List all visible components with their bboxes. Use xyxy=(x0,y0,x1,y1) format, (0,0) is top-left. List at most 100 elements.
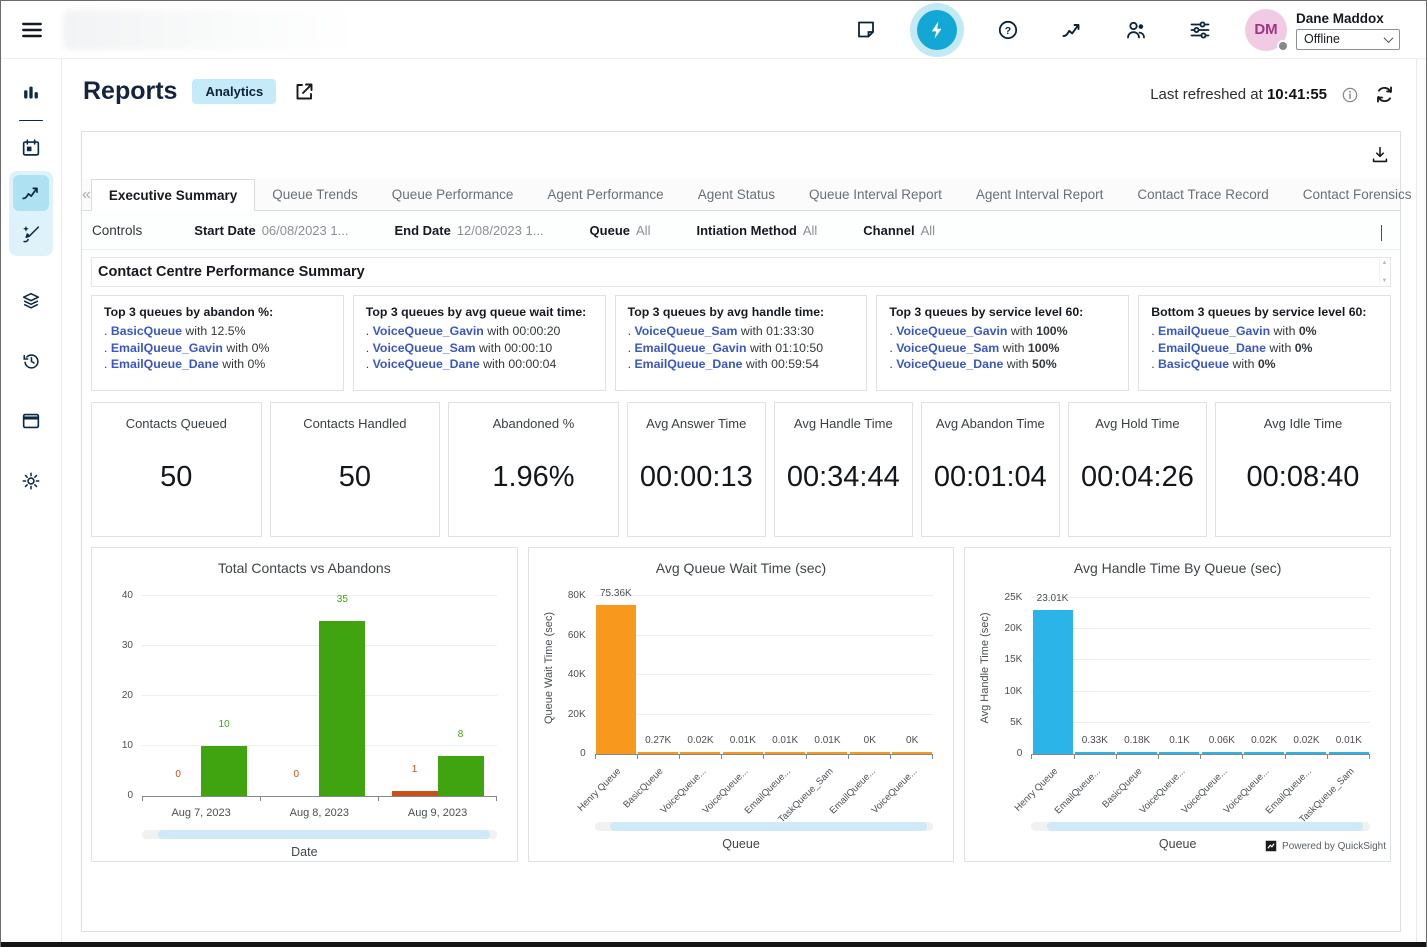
top-queues-box: Top 3 queues by avg queue wait time:. Vo… xyxy=(353,295,606,391)
scrollbar-thumb[interactable] xyxy=(610,822,927,831)
refresh-button[interactable] xyxy=(1373,83,1396,106)
sidebar-item-history[interactable] xyxy=(13,343,49,379)
bar-value-label: 10 xyxy=(219,719,230,730)
download-button[interactable] xyxy=(1368,143,1392,167)
sidebar-item-customize-brush[interactable] xyxy=(13,216,49,252)
bar xyxy=(1329,752,1369,754)
queue-link[interactable]: VoiceQueue_Sam xyxy=(373,341,476,355)
queue-link[interactable]: EmailQueue_Gavin xyxy=(1158,324,1270,338)
bar-value-label: 23.01K xyxy=(1037,593,1069,604)
notes-button[interactable] xyxy=(847,11,885,49)
info-icon[interactable] xyxy=(1340,85,1360,105)
kpi-card-avg-handle-time: Avg Handle Time00:34:44 xyxy=(774,402,913,537)
queue-link[interactable]: VoiceQueue_Gavin xyxy=(896,324,1007,338)
kpi-label: Avg Hold Time xyxy=(1095,416,1179,431)
sidebar-item-bar-chart[interactable] xyxy=(13,75,49,111)
bar-group: 10 xyxy=(201,746,247,796)
tab-queue-interval-report[interactable]: Queue Interval Report xyxy=(792,179,959,210)
bar-chart-icon xyxy=(20,82,42,104)
summary-scrollbar[interactable]: ▲▼ xyxy=(1379,259,1389,285)
queue-link[interactable]: VoiceQueue_Gavin xyxy=(373,324,484,338)
history-icon xyxy=(20,350,42,372)
queue-link[interactable]: BasicQueue xyxy=(111,324,182,338)
queue-link[interactable]: BasicQueue xyxy=(1158,357,1229,371)
category-slot: 0K xyxy=(891,752,933,754)
tab-contact-forensics[interactable]: Contact Forensics xyxy=(1286,179,1427,210)
sidebar-item-layers[interactable] xyxy=(13,283,49,319)
chart-horizontal-scrollbar[interactable] xyxy=(595,822,934,831)
queue-link[interactable]: EmailQueue_Dane xyxy=(634,357,742,371)
queue-link[interactable]: EmailQueue_Gavin xyxy=(634,341,746,355)
queue-stat-value: 01:33:30 xyxy=(766,324,814,338)
sidebar-item-line-chart[interactable] xyxy=(13,175,49,211)
bar xyxy=(638,752,678,754)
metrics-button[interactable] xyxy=(1053,11,1091,49)
chart-title: Total Contacts vs Abandons xyxy=(104,560,505,582)
bar xyxy=(596,605,636,754)
sidebar-divider xyxy=(19,120,43,121)
tab-queue-trends[interactable]: Queue Trends xyxy=(255,179,375,210)
tab-agent-status[interactable]: Agent Status xyxy=(681,179,792,210)
help-button[interactable]: ? xyxy=(989,11,1027,49)
agents-button[interactable] xyxy=(1117,11,1155,49)
tab-agent-interval-report[interactable]: Agent Interval Report xyxy=(959,179,1121,210)
queue-link[interactable]: VoiceQueue_Dane xyxy=(896,357,1003,371)
list-bullet: . xyxy=(1151,324,1158,338)
sidebar-item-calendar[interactable] xyxy=(13,130,49,166)
open-external-button[interactable] xyxy=(291,79,317,105)
tab-agent-performance[interactable]: Agent Performance xyxy=(530,179,680,210)
queue-link[interactable]: EmailQueue_Dane xyxy=(111,357,219,371)
queue-link[interactable]: VoiceQueue_Sam xyxy=(896,341,999,355)
tab-contact-trace-record[interactable]: Contact Trace Record xyxy=(1120,179,1285,210)
filter-intiation-method[interactable]: Intiation MethodAll xyxy=(696,223,817,238)
kpi-card-contacts-handled: Contacts Handled50 xyxy=(270,402,441,537)
tab-queue-performance[interactable]: Queue Performance xyxy=(375,179,531,210)
queue-stat-row: . BasicQueue with 0% xyxy=(1151,356,1378,373)
sidebar-item-settings-gear[interactable] xyxy=(13,463,49,499)
filters-button[interactable] xyxy=(1181,11,1219,49)
category-slot: 0.01K xyxy=(764,752,806,754)
bar-value-label: 0.18K xyxy=(1124,735,1150,746)
x-tick-label: Aug 9, 2023 xyxy=(378,801,496,823)
bar-value-label: 35 xyxy=(337,594,348,605)
list-bullet: . xyxy=(1151,357,1158,371)
hamburger-menu-icon[interactable] xyxy=(15,13,49,47)
connector-text: with xyxy=(480,357,509,371)
tab-executive-summary[interactable]: Executive Summary xyxy=(91,179,255,211)
chart-horizontal-scrollbar[interactable] xyxy=(142,830,497,839)
bar xyxy=(1117,752,1157,754)
svg-text:?: ? xyxy=(1005,24,1011,36)
controls-collapse-button[interactable] xyxy=(1379,223,1384,242)
chart-body: 01020304001003518 xyxy=(104,582,505,796)
help-icon: ? xyxy=(996,18,1020,42)
filter-label: Start Date xyxy=(194,223,255,238)
category-slot: 0.06K xyxy=(1201,752,1243,754)
quick-actions-bolt-icon xyxy=(925,18,949,42)
queue-stat-value: 12.5% xyxy=(211,324,246,338)
y-tick-label: 20K xyxy=(568,709,586,720)
bar-group: 1 xyxy=(392,791,438,796)
sidebar-item-window[interactable] xyxy=(13,403,49,439)
queue-link[interactable]: EmailQueue_Dane xyxy=(1158,341,1266,355)
x-tick-label: TaskQueue_Sam xyxy=(1328,759,1370,815)
browser-scrollbar-track[interactable] xyxy=(1416,1,1426,942)
chart-horizontal-scrollbar[interactable] xyxy=(1031,822,1370,831)
bar-value-label: 0.27K xyxy=(645,735,671,746)
quick-actions-bolt-button[interactable] xyxy=(917,10,957,50)
y-tick-label: 0 xyxy=(580,748,586,759)
queue-link[interactable]: VoiceQueue_Sam xyxy=(634,324,737,338)
queue-link[interactable]: EmailQueue_Gavin xyxy=(111,341,223,355)
filter-end-date[interactable]: End Date12/08/2023 1... xyxy=(394,223,543,238)
filter-start-date[interactable]: Start Date06/08/2023 1... xyxy=(194,223,348,238)
scrollbar-thumb[interactable] xyxy=(158,830,490,839)
queue-link[interactable]: VoiceQueue_Dane xyxy=(373,357,480,371)
chart-bars: 01003518 xyxy=(142,582,497,796)
bar-group: 0.02K xyxy=(1244,752,1284,754)
agent-status-select[interactable]: Offline xyxy=(1296,29,1400,50)
filter-queue[interactable]: QueueAll xyxy=(590,223,651,238)
avatar[interactable]: DM xyxy=(1245,9,1287,51)
tabs-scroll-left-button[interactable]: « xyxy=(82,179,91,210)
bar-value-label: 0.01K xyxy=(1336,735,1362,746)
filter-channel[interactable]: ChannelAll xyxy=(863,223,935,238)
scrollbar-thumb[interactable] xyxy=(1047,822,1364,831)
